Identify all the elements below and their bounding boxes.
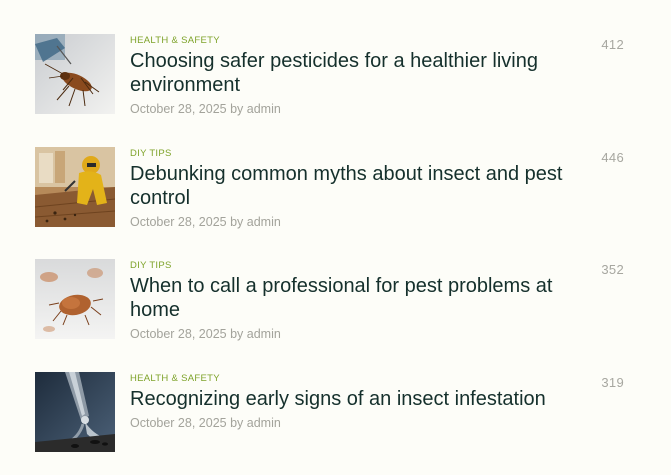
- post-view-count: 446: [601, 150, 624, 165]
- post-view-count: 352: [601, 262, 624, 277]
- post-thumbnail-image[interactable]: [35, 372, 115, 452]
- post-meta: October 28, 2025 by admin: [130, 102, 580, 117]
- post-date: October 28, 2025: [130, 215, 227, 229]
- post-category-link[interactable]: DIY Tips: [130, 260, 580, 271]
- post-author-link[interactable]: admin: [247, 102, 281, 116]
- list-item: DIY Tips Debunking common myths about in…: [35, 147, 630, 230]
- post-title-link[interactable]: Recognizing early signs of an insect inf…: [130, 387, 580, 411]
- post-category-link[interactable]: Health & Safety: [130, 373, 580, 384]
- post-meta: October 28, 2025 by admin: [130, 215, 580, 230]
- exterminator-image: [35, 147, 115, 227]
- post-author-link[interactable]: admin: [247, 416, 281, 430]
- cockroach-image: [35, 34, 115, 114]
- post-view-count: 412: [601, 37, 624, 52]
- post-by-label: by: [230, 215, 244, 229]
- post-title-link[interactable]: When to call a professional for pest pro…: [130, 274, 580, 322]
- post-thumbnail-image[interactable]: [35, 147, 115, 227]
- bed-bug-image: [35, 259, 115, 339]
- list-item: DIY Tips When to call a professional for…: [35, 259, 630, 342]
- post-by-label: by: [230, 102, 244, 116]
- post-category-link[interactable]: DIY Tips: [130, 148, 580, 159]
- post-list: Health & Safety Choosing safer pesticide…: [35, 34, 630, 452]
- post-date: October 28, 2025: [130, 102, 227, 116]
- post-title-link[interactable]: Choosing safer pesticides for a healthie…: [130, 49, 580, 97]
- post-thumbnail-image[interactable]: [35, 34, 115, 114]
- spray-nozzle-image: [35, 372, 115, 452]
- list-item: Health & Safety Choosing safer pesticide…: [35, 34, 630, 117]
- post-title-link[interactable]: Debunking common myths about insect and …: [130, 162, 580, 210]
- post-thumbnail-image[interactable]: [35, 259, 115, 339]
- post-category-link[interactable]: Health & Safety: [130, 35, 580, 46]
- list-item: Health & Safety Recognizing early signs …: [35, 372, 630, 452]
- post-by-label: by: [230, 416, 244, 430]
- post-date: October 28, 2025: [130, 327, 227, 341]
- post-meta: October 28, 2025 by admin: [130, 327, 580, 342]
- post-date: October 28, 2025: [130, 416, 227, 430]
- post-view-count: 319: [601, 375, 624, 390]
- post-author-link[interactable]: admin: [247, 215, 281, 229]
- post-meta: October 28, 2025 by admin: [130, 416, 580, 431]
- post-author-link[interactable]: admin: [247, 327, 281, 341]
- post-by-label: by: [230, 327, 244, 341]
